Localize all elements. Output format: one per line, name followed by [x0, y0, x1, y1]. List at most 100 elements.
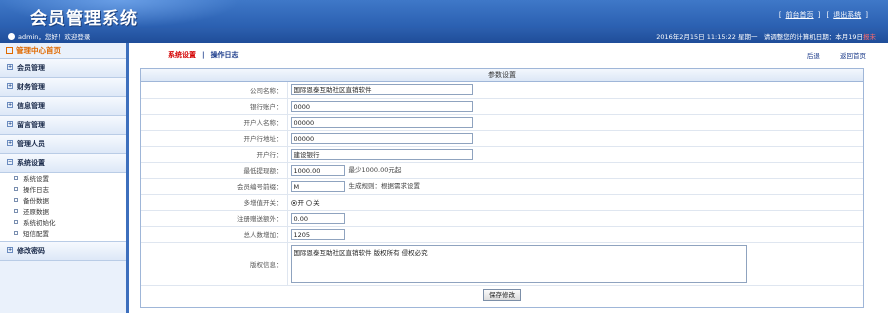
date-info: 2016年2月15日 11:15:22 星期一 请调整您的计算机日期：本月19日…: [656, 31, 876, 41]
sidebar-group-admins[interactable]: + 管理人员: [0, 135, 126, 154]
sidebar-group-label: 会员管理: [17, 64, 45, 72]
form-row: 会员编号前缀： M 生成规则：根据需求设置: [141, 178, 863, 195]
radio-on[interactable]: [290, 200, 297, 206]
app-title: 会员管理系统: [30, 9, 138, 29]
bullet-icon: [14, 187, 18, 191]
bullet-icon: [14, 176, 18, 180]
sidebar-group-info[interactable]: + 信息管理: [0, 97, 126, 116]
back-link[interactable]: 后退: [807, 52, 820, 60]
sidebar-group-change-password[interactable]: + 修改密码: [0, 242, 126, 261]
form-row: 开户行： 建设银行: [141, 146, 863, 163]
header-links: [前台首页] [退出系统]: [778, 11, 868, 19]
panel-title: 参数设置: [141, 69, 863, 82]
user-icon: [8, 32, 15, 40]
submenu-label: 备份数据: [23, 197, 49, 205]
member-prefix-input[interactable]: M: [290, 180, 345, 192]
app-header: 会员管理系统 [前台首页] [退出系统]: [0, 0, 888, 29]
settings-form: 公司名称： 国际恩泰互助社区直销软件 银行账户： 0000 开户人名称： 000…: [141, 82, 863, 286]
sidebar-home-label: 管理中心首页: [16, 46, 61, 55]
submenu-system-settings[interactable]: 系统设置: [0, 174, 126, 185]
logout-link[interactable]: 退出系统: [833, 11, 861, 19]
bank-account-input[interactable]: 0000: [290, 100, 473, 112]
sidebar-group-label: 留言管理: [17, 121, 45, 129]
expand-icon: +: [7, 121, 13, 127]
min-withdraw-label: 最低提现额：: [141, 162, 288, 179]
bank-address-label: 开户行地址：: [141, 130, 288, 147]
sidebar: 管理中心首页 + 会员管理 + 财务管理 + 信息管理 + 留言管理 + 管理人员 − 系统…: [0, 43, 129, 313]
copyright-label: 版权信息：: [141, 242, 288, 286]
account-name-input[interactable]: 00000: [290, 116, 473, 128]
form-row: 总人数增加： 1205: [141, 226, 863, 243]
bank-input[interactable]: 建设银行: [290, 148, 473, 160]
copyright-textarea[interactable]: 国际恩泰互助社区直销软件 版权所有 侵权必究: [290, 244, 747, 283]
bullet-icon: [14, 209, 18, 213]
min-withdraw-hint: 最少1000.00元起: [348, 166, 402, 175]
submenu-label: 还原数据: [23, 208, 49, 216]
min-withdraw-input[interactable]: 1000.00: [290, 164, 345, 176]
sidebar-group-members[interactable]: + 会员管理: [0, 59, 126, 78]
member-prefix-hint: 生成规则：根据需求设置: [348, 182, 421, 191]
submenu-label: 系统初始化: [23, 219, 56, 227]
submenu-operation-log[interactable]: 操作日志: [0, 185, 126, 196]
form-row: 版权信息： 国际恩泰互助社区直销软件 版权所有 侵权必究: [141, 242, 863, 286]
sidebar-group-label: 管理人员: [17, 140, 45, 148]
multi-account-label: 多增值开关：: [141, 194, 288, 211]
expand-icon: +: [7, 83, 13, 89]
return-home-link[interactable]: 返回首页: [840, 52, 866, 60]
collapse-icon: −: [7, 159, 13, 165]
sidebar-group-label: 修改密码: [17, 247, 45, 255]
member-prefix-label: 会员编号前缀：: [141, 178, 288, 195]
sidebar-group-messages[interactable]: + 留言管理: [0, 116, 126, 135]
submenu-system-init[interactable]: 系统初始化: [0, 218, 126, 229]
company-name-input[interactable]: 国际恩泰互助社区直销软件: [290, 84, 473, 96]
registration-fee-input[interactable]: 0.00: [290, 212, 345, 224]
submenu-label: 系统设置: [23, 175, 49, 183]
form-row: 开户人名称： 00000: [141, 114, 863, 131]
settings-submenu: 系统设置 操作日志 备份数据 还原数据 系统初始化 短信配置: [0, 173, 126, 242]
bank-account-label: 银行账户：: [141, 98, 288, 115]
radio-off-label: 关: [313, 199, 320, 207]
sidebar-group-label: 系统设置: [17, 159, 45, 167]
bank-label: 开户行：: [141, 146, 288, 163]
submenu-label: 操作日志: [23, 186, 49, 194]
sidebar-group-settings[interactable]: − 系统设置: [0, 154, 126, 173]
expand-icon: +: [7, 102, 13, 108]
sidebar-group-label: 信息管理: [17, 102, 45, 110]
submenu-sms-config[interactable]: 短信配置: [0, 229, 126, 240]
expand-icon: +: [7, 247, 13, 253]
expand-icon: +: [7, 140, 13, 146]
radio-on-label: 开: [297, 199, 305, 207]
main-content: 系统设置 | 操作日志 后退 返回首页 参数设置 公司名称： 国际恩泰互助社区直销软…: [134, 43, 888, 313]
sidebar-home[interactable]: 管理中心首页: [0, 43, 126, 59]
submenu-restore-data[interactable]: 还原数据: [0, 207, 126, 218]
current-datetime: 2016年2月15日 11:15:22 星期一: [656, 33, 758, 41]
form-row: 注册赠送额外： 0.00: [141, 210, 863, 227]
home-icon: [6, 46, 13, 54]
save-button[interactable]: 保存修改: [483, 288, 521, 301]
welcome-text: admin，您好！欢迎登录: [18, 33, 91, 41]
date-notice-alert: 报未: [863, 33, 876, 41]
page-actions: 后退 返回首页: [789, 50, 866, 60]
tab-operation-log[interactable]: 操作日志: [211, 51, 239, 59]
form-row: 开户行地址： 00000: [141, 130, 863, 147]
expand-icon: +: [7, 64, 13, 70]
total-increase-input[interactable]: 1205: [290, 228, 345, 240]
frontend-home-link[interactable]: 前台首页: [786, 11, 814, 19]
tab-system-settings[interactable]: 系统设置: [168, 51, 196, 59]
breadcrumb-separator: |: [202, 51, 205, 59]
radio-off[interactable]: [306, 200, 313, 206]
account-name-label: 开户人名称：: [141, 114, 288, 131]
bank-address-input[interactable]: 00000: [290, 132, 473, 144]
submenu-label: 短信配置: [23, 230, 49, 238]
breadcrumb: 系统设置 | 操作日志: [168, 50, 239, 60]
form-row: 最低提现额： 1000.00 最少1000.00元起: [141, 162, 863, 179]
registration-fee-label: 注册赠送额外：: [141, 210, 288, 227]
bullet-icon: [14, 220, 18, 224]
submenu-backup-data[interactable]: 备份数据: [0, 196, 126, 207]
form-row: 公司名称： 国际恩泰互助社区直销软件: [141, 82, 863, 99]
total-increase-label: 总人数增加：: [141, 226, 288, 243]
sidebar-group-label: 财务管理: [17, 83, 45, 91]
form-row: 多增值开关： 开 关: [141, 194, 863, 211]
form-row: 银行账户： 0000: [141, 98, 863, 115]
sidebar-group-finance[interactable]: + 财务管理: [0, 78, 126, 97]
